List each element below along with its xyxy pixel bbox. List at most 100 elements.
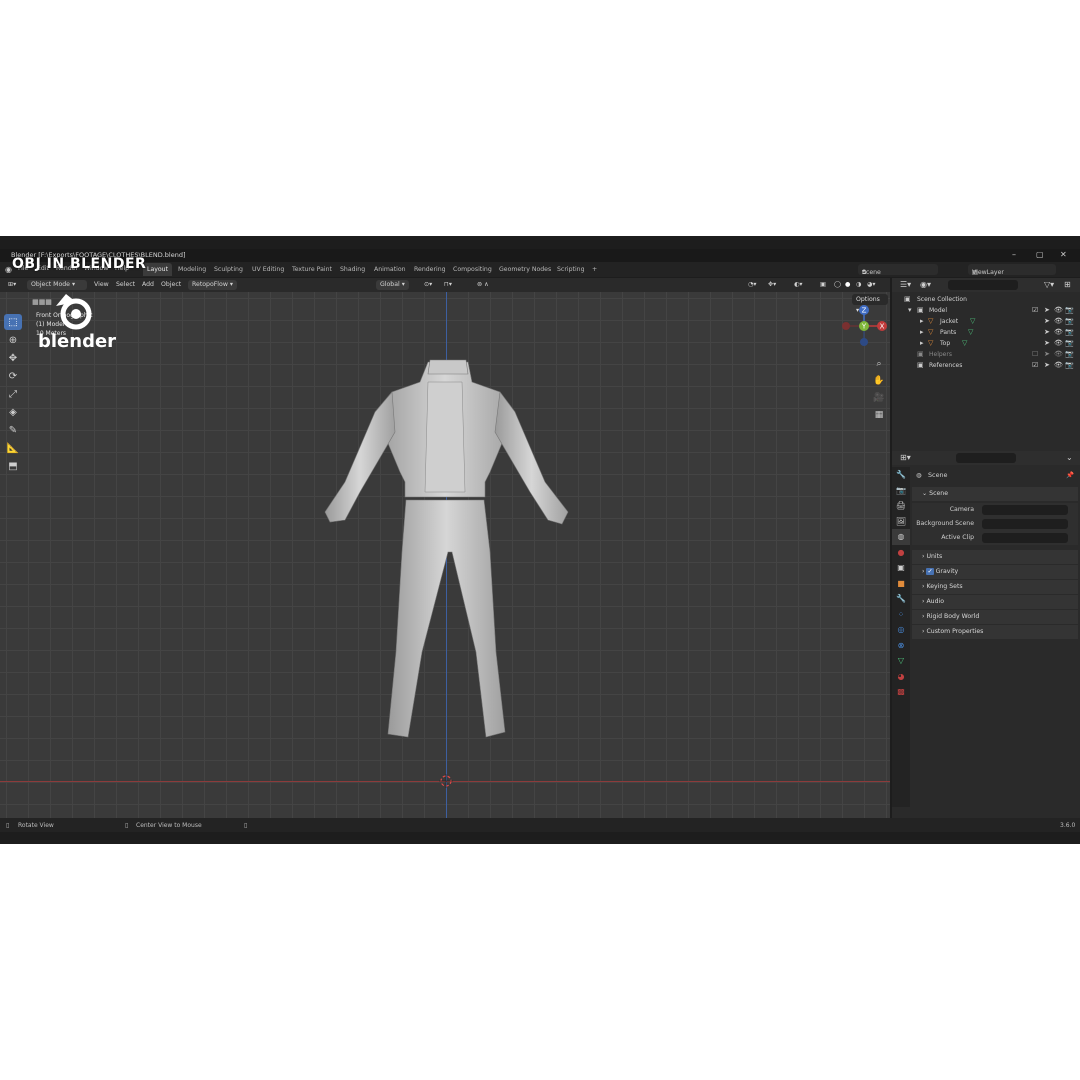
clothing-model[interactable] xyxy=(300,352,600,752)
outliner-search-input[interactable] xyxy=(948,280,1018,290)
tab-layout[interactable]: Layout xyxy=(143,263,173,276)
annotate-icon[interactable]: ✎ xyxy=(4,422,22,438)
gizmo-toggle-icon[interactable]: ✥▾ xyxy=(768,280,776,290)
solid-shading-icon[interactable]: ● xyxy=(845,280,850,290)
tab-scripting[interactable]: Scripting xyxy=(553,263,589,276)
expand-icon[interactable]: ▸ xyxy=(920,327,924,338)
select-arrow-icon[interactable]: ➤ xyxy=(1044,327,1050,338)
camera-icon[interactable]: 📷 xyxy=(1065,349,1074,360)
options-button[interactable]: Options ▾ xyxy=(852,294,888,314)
material-tab-icon[interactable]: ◕ xyxy=(892,669,910,685)
background-scene-field[interactable] xyxy=(982,519,1068,529)
retopoflow-menu[interactable]: RetopoFlow ▾ xyxy=(188,280,237,290)
tab-animation[interactable]: Animation xyxy=(370,263,410,276)
exclude-checkbox[interactable]: ☑ xyxy=(1032,360,1038,371)
select-arrow-icon[interactable]: ➤ xyxy=(1044,349,1050,360)
particles-tab-icon[interactable]: ⁘ xyxy=(892,607,910,623)
zoom-icon[interactable]: ⌕ xyxy=(872,359,886,373)
camera-icon[interactable]: 📷 xyxy=(1065,360,1074,371)
wireframe-shading-icon[interactable]: ◯ xyxy=(834,280,841,290)
active-clip-field[interactable] xyxy=(982,533,1068,543)
material-shading-icon[interactable]: ◑ xyxy=(856,280,861,290)
data-tab-icon[interactable]: ▽ xyxy=(892,653,910,669)
outliner-row-references[interactable]: ▣ References ☑ ➤ 👁 📷 xyxy=(892,360,1080,371)
tab-geometry-nodes[interactable]: Geometry Nodes xyxy=(495,263,555,276)
expand-icon[interactable]: ▸ xyxy=(920,338,924,349)
camera-icon[interactable]: 📷 xyxy=(1065,305,1074,316)
eye-icon[interactable]: 👁 xyxy=(1054,305,1063,316)
constraints-tab-icon[interactable]: ⊗ xyxy=(892,638,910,654)
3d-viewport[interactable]: ▦▦▦ ⬚ ⊕ ✥ ⟳ ⤢ ◈ ✎ 📐 ⬒ Front Orthographic… xyxy=(0,292,890,818)
tab-sculpting[interactable]: Sculpting xyxy=(210,263,247,276)
transform-orientation[interactable]: Global ▾ xyxy=(376,280,409,290)
pin-icon[interactable]: 📌 xyxy=(1066,467,1074,483)
panel-gravity[interactable]: › ✓ Gravity xyxy=(912,565,1078,579)
exclude-checkbox[interactable]: ☐ xyxy=(1032,349,1038,360)
add-workspace-button[interactable]: + xyxy=(588,263,601,276)
outliner-row-pants[interactable]: ▸ ▽ Pants ▽ ➤ 👁 📷 xyxy=(892,327,1080,338)
modifier-tab-icon[interactable]: 🔧 xyxy=(892,591,910,607)
close-icon[interactable]: ✕ xyxy=(1060,250,1067,259)
panel-keying-sets[interactable]: › Keying Sets xyxy=(912,580,1078,594)
camera-view-icon[interactable]: 🎥 xyxy=(872,393,886,407)
menu-object[interactable]: Object xyxy=(161,280,181,290)
scale-icon[interactable]: ⤢ xyxy=(4,386,22,402)
eye-icon[interactable]: 👁 xyxy=(1054,316,1063,327)
tool-tab-icon[interactable]: 🔧 xyxy=(892,467,910,483)
render-tab-icon[interactable]: 📷 xyxy=(892,483,910,499)
measure-icon[interactable]: 📐 xyxy=(4,440,22,456)
eye-icon[interactable]: 👁 xyxy=(1054,338,1063,349)
panel-scene[interactable]: ⌄ Scene xyxy=(912,487,1078,501)
mode-selector[interactable]: Object Mode ▾ xyxy=(27,280,87,290)
move-icon[interactable]: ✥ xyxy=(4,350,22,366)
blender-icon[interactable]: ◉ xyxy=(5,265,12,274)
outliner-row-top[interactable]: ▸ ▽ Top ▽ ➤ 👁 📷 xyxy=(892,338,1080,349)
object-tab-icon[interactable]: ■ xyxy=(892,576,910,592)
navigation-gizmo[interactable]: Z X Y xyxy=(838,302,890,350)
output-tab-icon[interactable]: 🖨 xyxy=(892,498,910,514)
outliner-row-model[interactable]: ▾ ▣ Model ☑ ➤ 👁 📷 xyxy=(892,305,1080,316)
collection-tab-icon[interactable]: ▣ xyxy=(892,560,910,576)
eye-icon[interactable]: 👁 xyxy=(1054,327,1063,338)
menu-select[interactable]: Select xyxy=(116,280,135,290)
pivot-icon[interactable]: ⊙▾ xyxy=(424,280,432,290)
outliner-editor-icon[interactable]: ☰▾ xyxy=(900,280,911,289)
select-arrow-icon[interactable]: ➤ xyxy=(1044,338,1050,349)
visibility-icon[interactable]: ◔▾ xyxy=(748,280,757,290)
tab-rendering[interactable]: Rendering xyxy=(410,263,450,276)
select-arrow-icon[interactable]: ➤ xyxy=(1044,305,1050,316)
properties-search-input[interactable] xyxy=(956,453,1016,463)
select-arrow-icon[interactable]: ➤ xyxy=(1044,360,1050,371)
outliner-row-jacket[interactable]: ▸ ▽ Jacket ▽ ➤ 👁 📷 xyxy=(892,316,1080,327)
transform-icon[interactable]: ◈ xyxy=(4,404,22,420)
xray-icon[interactable]: ▣ xyxy=(820,280,826,290)
select-box-icon[interactable]: ⬚ xyxy=(4,314,22,330)
outliner-row-helpers[interactable]: ▣ Helpers ☐ ➤ 👁 📷 xyxy=(892,349,1080,360)
panel-audio[interactable]: › Audio xyxy=(912,595,1078,609)
add-cube-icon[interactable]: ⬒ xyxy=(4,458,22,474)
rendered-shading-icon[interactable]: ◕▾ xyxy=(867,280,876,290)
panel-rigid-body[interactable]: › Rigid Body World xyxy=(912,610,1078,624)
overlay-toggle-icon[interactable]: ◐▾ xyxy=(794,280,803,290)
select-arrow-icon[interactable]: ➤ xyxy=(1044,316,1050,327)
tab-compositing[interactable]: Compositing xyxy=(449,263,496,276)
ortho-grid-icon[interactable]: ▦ xyxy=(872,410,886,424)
new-collection-icon[interactable]: ⊞ xyxy=(1064,280,1071,289)
view-layer-tab-icon[interactable]: 🖼 xyxy=(892,514,910,530)
filter-icon[interactable]: ▽▾ xyxy=(1044,280,1054,289)
panel-units[interactable]: › Units xyxy=(912,550,1078,564)
display-mode-icon[interactable]: ◉▾ xyxy=(920,280,931,289)
texture-tab-icon[interactable]: ▩ xyxy=(892,684,910,700)
chevron-down-icon[interactable]: ⌄ xyxy=(1066,453,1073,462)
world-tab-icon[interactable]: ● xyxy=(892,545,910,561)
camera-icon[interactable]: 📷 xyxy=(1065,338,1074,349)
tab-modeling[interactable]: Modeling xyxy=(174,263,210,276)
3d-cursor-icon[interactable] xyxy=(439,774,453,788)
cursor-icon[interactable]: ⊕ xyxy=(4,332,22,348)
panel-custom-props[interactable]: › Custom Properties xyxy=(912,625,1078,639)
editor-type-icon[interactable]: ⊞▾ xyxy=(8,280,16,290)
tab-texture-paint[interactable]: Texture Paint xyxy=(288,263,336,276)
eye-icon[interactable]: 👁 xyxy=(1054,349,1063,360)
gravity-checkbox[interactable]: ✓ xyxy=(926,568,934,575)
proportional-icon[interactable]: ⊚ ∧ xyxy=(477,280,489,290)
